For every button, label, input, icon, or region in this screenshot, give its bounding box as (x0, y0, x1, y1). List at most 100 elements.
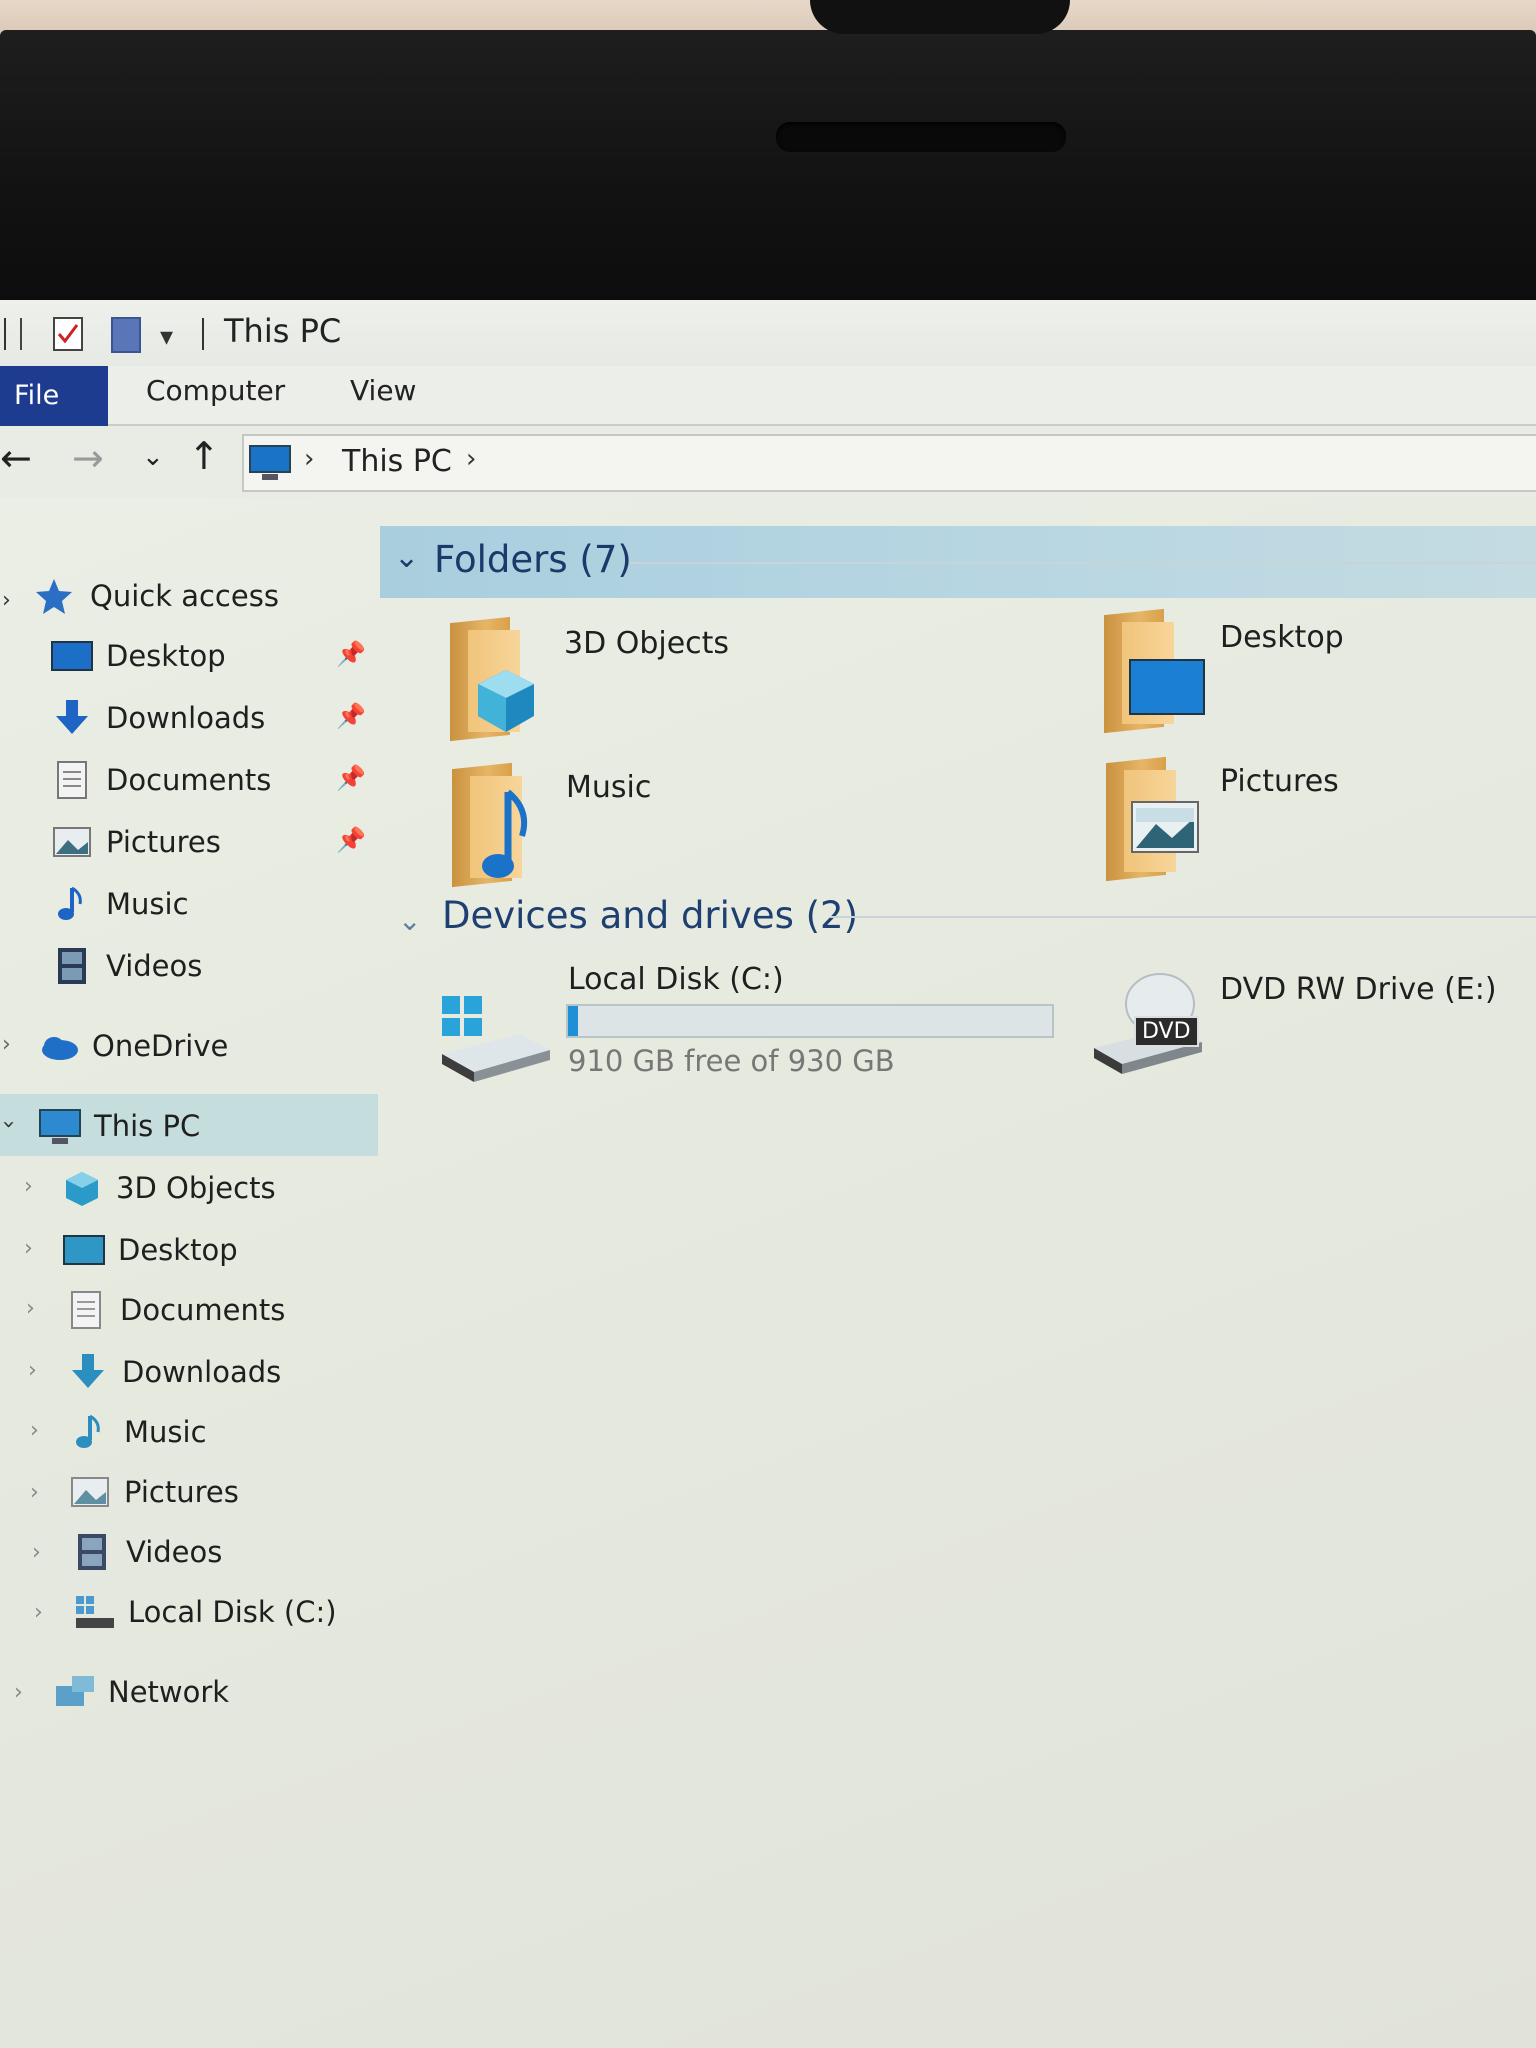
title-separator (202, 318, 204, 350)
webcam (810, 0, 1070, 34)
folders-group-label: Folders (7) (434, 538, 632, 581)
sidebar-item-label: Downloads (122, 1355, 282, 1389)
sidebar-item-documents[interactable]: Documents (50, 754, 271, 806)
back-icon[interactable]: ← (0, 436, 32, 480)
videos-icon (70, 1532, 114, 1572)
sidebar-item-3d-objects[interactable]: 3D Objects (60, 1162, 276, 1214)
sidebar-item-videos[interactable]: Videos (70, 1526, 222, 1578)
sidebar-item-label: Desktop (106, 639, 226, 673)
breadcrumb-expand-icon[interactable]: › (466, 444, 476, 474)
address-bar[interactable]: › This PC › (242, 434, 1536, 492)
sidebar-item-label: Pictures (124, 1475, 239, 1509)
tab-computer[interactable]: Computer (146, 374, 285, 407)
sidebar-item-documents[interactable]: Documents (64, 1284, 285, 1336)
music-icon[interactable] (452, 762, 528, 888)
up-icon[interactable]: ↑ (188, 434, 220, 478)
sidebar-item-music[interactable]: Music (50, 878, 189, 930)
sidebar-onedrive-label: OneDrive (92, 1029, 229, 1063)
sidebar-item-pictures[interactable]: Pictures (50, 816, 221, 868)
chevron-right-icon[interactable]: › (30, 1418, 39, 1443)
bezel-speaker (776, 122, 1066, 152)
properties-icon[interactable] (52, 316, 84, 352)
sidebar-item-desktop[interactable]: Desktop (50, 630, 226, 682)
chevron-right-icon[interactable]: › (24, 1236, 33, 1261)
sidebar-item-pictures[interactable]: Pictures (68, 1466, 239, 1518)
sidebar-this-pc[interactable]: This PC (38, 1100, 200, 1152)
breadcrumb-separator-icon: › (304, 444, 315, 474)
chevron-right-icon[interactable]: › (2, 1032, 11, 1057)
chevron-right-icon[interactable]: › (30, 1480, 39, 1505)
breadcrumb-this-pc[interactable]: This PC (342, 444, 452, 479)
drive-usage-bar (566, 1004, 1054, 1038)
chevron-down-icon[interactable]: › (0, 1120, 21, 1129)
tab-view[interactable]: View (350, 374, 416, 407)
sidebar-onedrive[interactable]: OneDrive (36, 1020, 228, 1072)
local-disk-icon (72, 1592, 116, 1632)
pictures-icon (68, 1472, 112, 1512)
downloads-icon (50, 698, 94, 738)
dvd-drive-icon[interactable]: DVD (1090, 966, 1206, 1076)
this-pc-icon (38, 1106, 82, 1146)
pictures-icon[interactable] (1106, 756, 1199, 882)
drive-local-disk-label[interactable]: Local Disk (C:) (568, 962, 784, 997)
title-bar: ▾ This PC (0, 300, 1536, 366)
3d-objects-icon[interactable] (450, 616, 534, 742)
pin-icon[interactable]: 📌 (336, 764, 366, 792)
desktop-icon[interactable] (1104, 608, 1205, 734)
ribbon: Computer View (0, 366, 1536, 426)
tab-file[interactable]: File (0, 366, 108, 426)
forward-icon[interactable]: → (72, 436, 104, 480)
chevron-right-icon[interactable]: › (34, 1600, 43, 1625)
folder-music-label[interactable]: Music (566, 770, 651, 805)
folder-pictures-label[interactable]: Pictures (1220, 764, 1339, 799)
documents-icon (64, 1290, 108, 1330)
sidebar-item-label: Music (124, 1415, 207, 1449)
dvd-badge: DVD (1134, 1016, 1199, 1047)
sidebar-item-label: Desktop (118, 1233, 238, 1267)
chevron-right-icon[interactable]: › (28, 1358, 37, 1383)
sidebar-item-local-disk[interactable]: Local Disk (C:) (72, 1586, 337, 1638)
sidebar-item-downloads[interactable]: Downloads (66, 1346, 281, 1398)
sidebar-item-desktop[interactable]: Desktop (62, 1224, 238, 1276)
chevron-right-icon[interactable]: › (14, 1680, 23, 1705)
pin-icon[interactable]: 📌 (336, 702, 366, 730)
recent-locations-icon[interactable]: ⌄ (142, 442, 164, 472)
sidebar-item-videos[interactable]: Videos (50, 940, 202, 992)
folder-desktop-label[interactable]: Desktop (1220, 620, 1344, 655)
star-icon (34, 576, 78, 616)
sidebar-item-label: Documents (106, 763, 272, 797)
music-icon (68, 1412, 112, 1452)
title-separator (4, 318, 6, 350)
pin-icon[interactable]: 📌 (336, 640, 366, 668)
chevron-down-icon[interactable]: › (2, 588, 11, 613)
chevron-right-icon[interactable]: › (26, 1296, 35, 1321)
pin-icon[interactable]: 📌 (336, 826, 366, 854)
drive-free-space: 910 GB free of 930 GB (568, 1044, 895, 1078)
group-divider (630, 562, 1536, 564)
this-pc-icon (248, 444, 292, 486)
sidebar-item-label: Documents (120, 1293, 286, 1327)
desktop-icon (50, 636, 94, 676)
network-icon (52, 1672, 96, 1712)
music-icon (50, 884, 94, 924)
local-disk-icon[interactable] (440, 994, 552, 1084)
sidebar-network[interactable]: Network (52, 1666, 229, 1718)
desktop-icon (62, 1230, 106, 1270)
sidebar-network-label: Network (108, 1675, 230, 1709)
sidebar-quick-access-label: Quick access (90, 579, 279, 613)
sidebar-item-music[interactable]: Music (68, 1406, 207, 1458)
customize-toolbar-icon[interactable]: ▾ (160, 322, 173, 358)
drive-dvd-label[interactable]: DVD RW Drive (E:) (1220, 972, 1497, 1007)
sidebar-item-downloads[interactable]: Downloads (50, 692, 265, 744)
drives-group-label: Devices and drives (2) (442, 894, 859, 937)
group-divider (830, 916, 1536, 918)
sidebar-quick-access[interactable]: Quick access (34, 570, 279, 622)
chevron-right-icon[interactable]: › (24, 1174, 33, 1199)
tab-file-label: File (14, 380, 60, 411)
pictures-icon (50, 822, 94, 862)
chevron-right-icon[interactable]: › (32, 1540, 41, 1565)
drives-group-header[interactable]: Devices and drives (2) (398, 894, 858, 937)
sidebar-item-label: Downloads (106, 701, 266, 735)
folder-3d-objects-label[interactable]: 3D Objects (564, 626, 729, 661)
new-folder-icon[interactable] (110, 316, 142, 354)
